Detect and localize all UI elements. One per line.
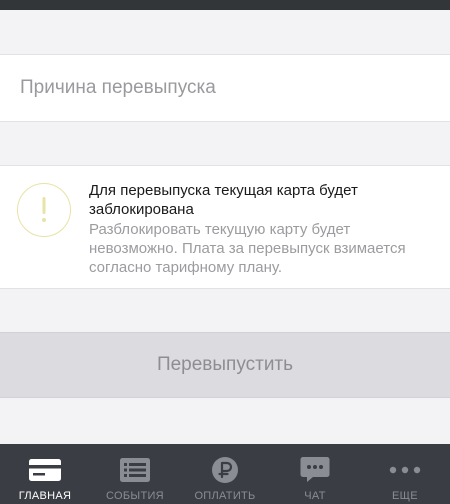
warning-card: Для перевыпуска текущая карта будет забл… xyxy=(0,165,450,289)
tab-main[interactable]: ГЛАВНАЯ xyxy=(0,444,90,504)
warning-text: Для перевыпуска текущая карта будет забл… xyxy=(89,181,441,277)
warning-title: Для перевыпуска текущая карта будет забл… xyxy=(89,182,358,218)
reason-input[interactable] xyxy=(20,55,430,121)
more-icon xyxy=(385,455,425,485)
tab-chat[interactable]: ЧАТ xyxy=(270,444,360,504)
exclamation-circle-icon xyxy=(17,183,71,237)
tab-label: СОБЫТИЯ xyxy=(106,490,164,502)
tab-label: ЕЩЕ xyxy=(392,490,418,502)
tab-label: ГЛАВНАЯ xyxy=(18,490,72,502)
tab-more[interactable]: ЕЩЕ xyxy=(360,444,450,504)
chat-icon xyxy=(295,455,335,485)
reissue-button-label: Перевыпустить xyxy=(156,354,294,375)
reissue-button[interactable]: Перевыпустить xyxy=(0,332,450,398)
warning-description: Разблокировать текущую карту будет невоз… xyxy=(89,221,406,276)
tab-events[interactable]: СОБЫТИЯ xyxy=(90,444,180,504)
reason-field[interactable] xyxy=(0,54,450,122)
ruble-icon xyxy=(205,455,245,485)
list-icon xyxy=(115,455,155,485)
tab-label: ЧАТ xyxy=(304,490,326,502)
top-spacer xyxy=(0,10,450,54)
tab-pay[interactable]: ОПЛАТИТЬ xyxy=(180,444,270,504)
card-icon xyxy=(25,455,65,485)
tab-label: ОПЛАТИТЬ xyxy=(194,490,256,502)
bottom-tab-bar: ГЛАВНАЯ СОБЫТИЯ ОПЛАТИТЬ ЧАТ ЕЩЕ xyxy=(0,444,450,504)
top-status-bar xyxy=(0,0,450,10)
